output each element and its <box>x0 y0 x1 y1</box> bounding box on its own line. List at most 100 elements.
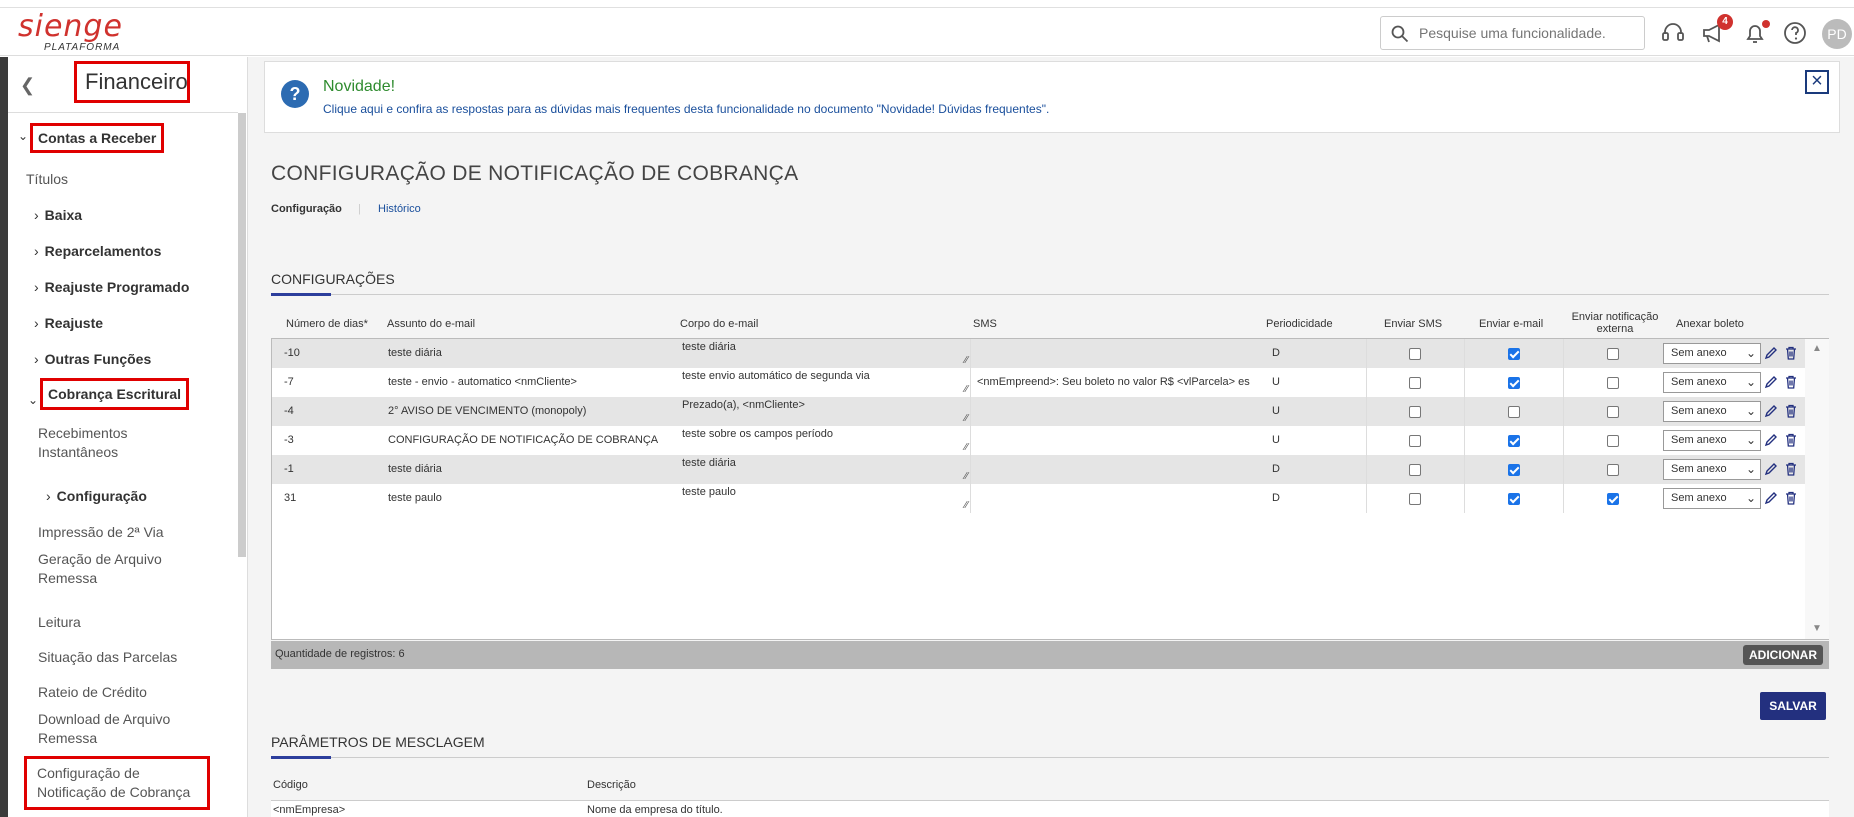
resize-handle-icon[interactable]: ∕∕ <box>965 414 968 424</box>
resize-handle-icon[interactable]: ∕∕ <box>965 472 968 482</box>
headset-icon[interactable] <box>1660 20 1686 46</box>
cell-assunto[interactable]: teste paulo <box>384 484 674 513</box>
edit-icon[interactable] <box>1764 404 1778 418</box>
help-icon[interactable] <box>1782 20 1808 46</box>
table-row[interactable]: -10 teste diária teste diária ∕∕ D Sem anexo ⌄ <box>272 339 1805 368</box>
checkbox-enviar-notificacao[interactable] <box>1607 377 1619 389</box>
cell-periodicidade[interactable]: U <box>1268 368 1364 397</box>
search-box[interactable] <box>1380 16 1645 50</box>
checkbox-enviar-email[interactable] <box>1508 464 1520 476</box>
sidebar-item-reajuste-programado[interactable]: › Reajuste Programado <box>34 279 189 295</box>
cell-assunto[interactable]: CONFIGURAÇÃO DE NOTIFICAÇÃO DE COBRANÇA <box>384 426 674 455</box>
checkbox-enviar-sms[interactable] <box>1409 406 1421 418</box>
sidebar-item-config-notificacao[interactable]: Configuração de Notificação de Cobrança <box>24 756 210 810</box>
checkbox-enviar-notificacao[interactable] <box>1607 348 1619 360</box>
trash-icon[interactable] <box>1784 346 1798 360</box>
checkbox-enviar-sms[interactable] <box>1409 493 1421 505</box>
checkbox-enviar-notificacao[interactable] <box>1607 493 1619 505</box>
checkbox-enviar-email[interactable] <box>1508 348 1520 360</box>
sidebar-item-configuracao[interactable]: › Configuração <box>46 488 147 504</box>
cell-sms[interactable] <box>973 484 1266 513</box>
trash-icon[interactable] <box>1784 375 1798 389</box>
edit-icon[interactable] <box>1764 346 1778 360</box>
tab-historico[interactable]: Histórico <box>378 203 421 215</box>
cell-dias[interactable]: -1 <box>284 455 380 484</box>
select-anexo[interactable]: Sem anexo ⌄ <box>1663 459 1761 480</box>
checkbox-enviar-notificacao[interactable] <box>1607 406 1619 418</box>
checkbox-enviar-email[interactable] <box>1508 493 1520 505</box>
table-row[interactable]: 31 teste paulo teste paulo ∕∕ D Sem anexo ⌄ <box>272 484 1805 513</box>
cell-assunto[interactable]: teste diária <box>384 455 674 484</box>
edit-icon[interactable] <box>1764 375 1778 389</box>
checkbox-enviar-email[interactable] <box>1508 406 1520 418</box>
close-icon[interactable]: × <box>1805 70 1829 94</box>
scroll-up-icon[interactable]: ▲ <box>1812 343 1822 354</box>
edit-icon[interactable] <box>1764 433 1778 447</box>
resize-handle-icon[interactable]: ∕∕ <box>965 356 968 366</box>
cell-sms[interactable]: <nmEmpreend>: Seu boleto no valor R$ <vl… <box>973 368 1266 397</box>
cell-sms[interactable] <box>973 426 1266 455</box>
sidebar-item-reajuste[interactable]: › Reajuste <box>34 315 103 331</box>
select-anexo[interactable]: Sem anexo ⌄ <box>1663 343 1761 364</box>
cell-periodicidade[interactable]: U <box>1268 426 1364 455</box>
checkbox-enviar-sms[interactable] <box>1409 377 1421 389</box>
cell-assunto[interactable]: teste - envio - automatico <nmCliente> <box>384 368 674 397</box>
cell-assunto[interactable]: teste diária <box>384 339 674 368</box>
cell-corpo[interactable]: teste diária ∕∕ <box>678 339 971 368</box>
cell-corpo[interactable]: teste envio automático de segunda via ∕∕ <box>678 368 971 397</box>
cell-sms[interactable] <box>973 397 1266 426</box>
resize-handle-icon[interactable]: ∕∕ <box>965 443 968 453</box>
sidebar-item-impressao[interactable]: Impressão de 2ª Via <box>38 524 164 540</box>
cell-assunto[interactable]: 2° AVISO DE VENCIMENTO (monopoly) <box>384 397 674 426</box>
cell-dias[interactable]: -7 <box>284 368 380 397</box>
cell-dias[interactable]: 31 <box>284 484 380 513</box>
table-row[interactable]: -3 CONFIGURAÇÃO DE NOTIFICAÇÃO DE COBRANÇ… <box>272 426 1805 455</box>
resize-handle-icon[interactable]: ∕∕ <box>965 385 968 395</box>
cell-corpo[interactable]: Prezado(a), <nmCliente> ∕∕ <box>678 397 971 426</box>
edit-icon[interactable] <box>1764 462 1778 476</box>
trash-icon[interactable] <box>1784 491 1798 505</box>
banner-link[interactable]: Clique aqui e confira as respostas para … <box>323 102 1049 116</box>
cell-sms[interactable] <box>973 339 1266 368</box>
select-anexo[interactable]: Sem anexo ⌄ <box>1663 401 1761 422</box>
table-scrollbar[interactable]: ▲ ▼ <box>1805 339 1829 639</box>
select-anexo[interactable]: Sem anexo ⌄ <box>1663 372 1761 393</box>
trash-icon[interactable] <box>1784 462 1798 476</box>
checkbox-enviar-email[interactable] <box>1508 435 1520 447</box>
edit-icon[interactable] <box>1764 491 1778 505</box>
select-anexo[interactable]: Sem anexo ⌄ <box>1663 488 1761 509</box>
checkbox-enviar-email[interactable] <box>1508 377 1520 389</box>
sidebar-item-titulos[interactable]: Títulos <box>26 171 68 187</box>
trash-icon[interactable] <box>1784 433 1798 447</box>
checkbox-enviar-sms[interactable] <box>1409 435 1421 447</box>
table-row[interactable]: -4 2° AVISO DE VENCIMENTO (monopoly) Preza… <box>272 397 1805 426</box>
resize-handle-icon[interactable]: ∕∕ <box>965 501 968 511</box>
trash-icon[interactable] <box>1784 404 1798 418</box>
sidebar-item-situacao[interactable]: Situação das Parcelas <box>38 649 177 665</box>
cell-periodicidade[interactable]: D <box>1268 339 1364 368</box>
checkbox-enviar-sms[interactable] <box>1409 348 1421 360</box>
cell-corpo[interactable]: teste sobre os campos período ∕∕ <box>678 426 971 455</box>
avatar[interactable]: PD <box>1822 19 1852 49</box>
sidebar-item-download-remessa[interactable]: Download de Arquivo Remessa <box>38 710 170 748</box>
cell-periodicidade[interactable]: U <box>1268 397 1364 426</box>
sidebar-item-cobranca-escritural[interactable]: Cobrança Escritural <box>40 378 190 410</box>
checkbox-enviar-sms[interactable] <box>1409 464 1421 476</box>
sidebar-item-recebimentos[interactable]: Recebimentos Instantâneos <box>38 424 128 462</box>
cell-corpo[interactable]: teste paulo ∕∕ <box>678 484 971 513</box>
cell-periodicidade[interactable]: D <box>1268 455 1364 484</box>
cell-sms[interactable] <box>973 455 1266 484</box>
add-button[interactable]: ADICIONAR <box>1743 645 1823 665</box>
sienge-logo[interactable]: sienge PLATAFORMA <box>18 12 123 54</box>
search-input[interactable] <box>1419 23 1634 43</box>
save-button[interactable]: SALVAR <box>1760 692 1826 720</box>
back-arrow-icon[interactable]: ❮ <box>20 75 35 96</box>
sidebar-item-outras-funcoes[interactable]: › Outras Funções <box>34 351 151 367</box>
cell-dias[interactable]: -10 <box>284 339 380 368</box>
sidebar-item-contas-receber[interactable]: Contas a Receber <box>30 123 165 153</box>
select-anexo[interactable]: Sem anexo ⌄ <box>1663 430 1761 451</box>
cell-dias[interactable]: -4 <box>284 397 380 426</box>
table-row[interactable]: -1 teste diária teste diária ∕∕ D Sem anexo ⌄ <box>272 455 1805 484</box>
checkbox-enviar-notificacao[interactable] <box>1607 435 1619 447</box>
sidebar-item-leitura[interactable]: Leitura <box>38 614 81 630</box>
